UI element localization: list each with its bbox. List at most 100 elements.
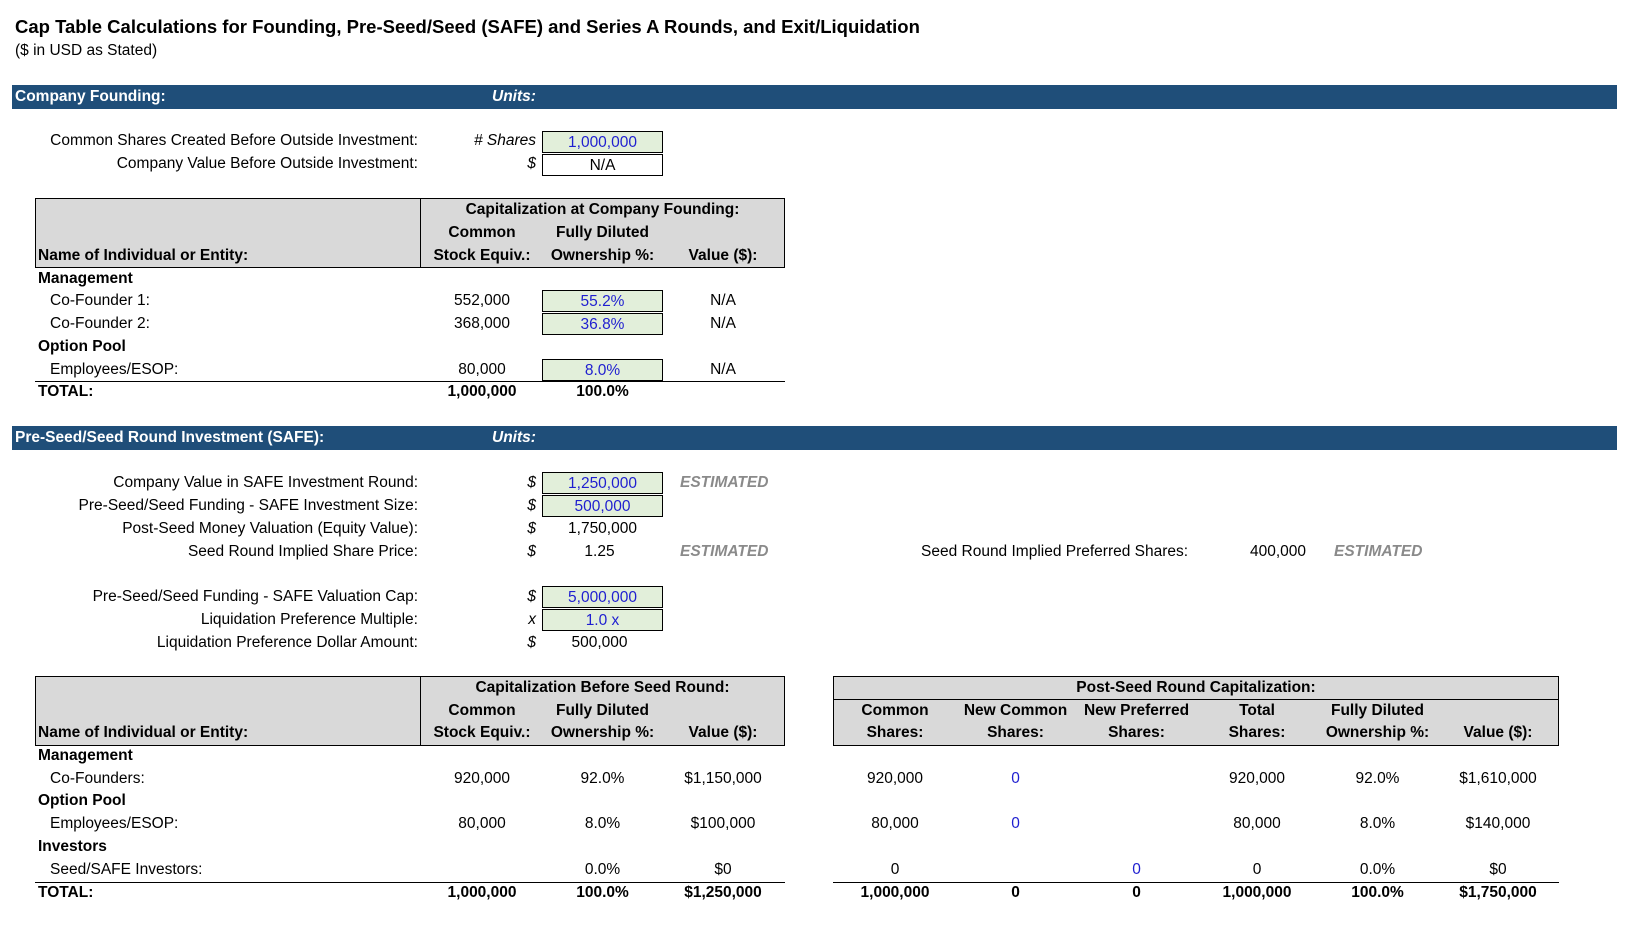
ownership-input[interactable]: 55.2% — [542, 290, 663, 312]
col-header: Value ($): — [688, 247, 758, 264]
post-new-common[interactable]: 0 — [955, 815, 1076, 833]
col-header: Value ($): — [688, 724, 758, 741]
col-header: Shares: — [1228, 724, 1286, 741]
row-value: N/A — [710, 292, 736, 309]
post-value: $140,000 — [1465, 815, 1531, 832]
section-header: Management — [38, 747, 133, 764]
post-pct: 92.0% — [1355, 770, 1400, 787]
unit-label: $ — [527, 155, 536, 172]
ownership-input[interactable]: 36.8% — [542, 313, 663, 335]
col-header: Shares: — [987, 724, 1044, 741]
total-divider — [35, 381, 785, 382]
post-pct: 8.0% — [1359, 815, 1396, 832]
row-name: Employees/ESOP: — [50, 815, 179, 832]
input-label: Seed Round Implied Share Price: — [187, 543, 418, 560]
unit-label: $ — [527, 474, 536, 491]
row-pct: 92.0% — [580, 770, 625, 787]
post-new-common[interactable]: 0 — [955, 770, 1076, 788]
row-shares: 368,000 — [453, 315, 511, 332]
implied-share-price: 1.25 — [584, 543, 615, 560]
total-label: TOTAL: — [38, 884, 94, 901]
post-seed-valuation: 1,750,000 — [568, 520, 637, 537]
row-pct: 0.0% — [584, 861, 621, 878]
col-header: Total — [1239, 702, 1275, 719]
safe-investment-size-input[interactable]: 500,000 — [542, 495, 663, 517]
common-shares-input[interactable]: 1,000,000 — [542, 131, 663, 153]
post-common-shares: 0 — [890, 861, 900, 878]
input-label: Liquidation Preference Multiple: — [200, 611, 418, 628]
valuation-cap-input[interactable]: 5,000,000 — [542, 586, 663, 608]
ownership-input[interactable]: 8.0% — [542, 359, 663, 381]
implied-pref-value: 400,000 — [1250, 543, 1307, 560]
input-label: Common Shares Created Before Outside Inv… — [50, 132, 418, 149]
post-total-shares: 920,000 — [1228, 770, 1286, 787]
col-header: Fully Diluted — [556, 702, 649, 719]
unit-label: $ — [527, 588, 536, 605]
col-header: Ownership %: — [550, 247, 655, 264]
input-label: Company Value Before Outside Investment: — [116, 155, 418, 172]
row-shares: 80,000 — [458, 815, 506, 832]
page-subtitle: ($ in USD as Stated) — [15, 42, 158, 59]
row-name: Employees/ESOP: — [50, 361, 179, 378]
col-header: Ownership %: — [1325, 724, 1430, 741]
seed-band-label: Pre-Seed/Seed Round Investment (SAFE): — [15, 429, 325, 446]
total-label: TOTAL: — [38, 383, 94, 400]
post-total: 100.0% — [1351, 884, 1404, 901]
input-label: Post-Seed Money Valuation (Equity Value)… — [122, 520, 418, 537]
section-header: Investors — [38, 838, 107, 855]
post-value: $0 — [1489, 861, 1507, 878]
col-header: New Common — [963, 702, 1068, 719]
safe-company-value-input[interactable]: 1,250,000 — [542, 472, 663, 494]
estimated-note: ESTIMATED — [1334, 543, 1423, 560]
total-divider — [35, 882, 785, 883]
col-header: Common — [448, 224, 516, 241]
unit-label: # Shares — [473, 132, 536, 149]
section-header: Option Pool — [38, 338, 126, 355]
group-header: Capitalization at Company Founding: — [465, 201, 740, 218]
row-name: Co-Founders: — [50, 770, 145, 787]
row-value: $100,000 — [690, 815, 756, 832]
total-shares: 1,000,000 — [447, 884, 517, 901]
unit-label: $ — [527, 520, 536, 537]
liq-pref-multiple-input[interactable]: 1.0 x — [542, 609, 663, 631]
col-header: New Preferred — [1083, 702, 1190, 719]
post-total: 0 — [1132, 884, 1141, 901]
post-new-preferred[interactable]: 0 — [1076, 861, 1197, 879]
col-header: Value ($): — [1463, 724, 1533, 741]
section-header: Management — [38, 270, 133, 287]
founding-units-label: Units: — [492, 88, 536, 105]
col-header: Stock Equiv.: — [433, 724, 531, 741]
post-total: $1,750,000 — [1459, 884, 1537, 901]
founding-band-label: Company Founding: — [15, 88, 166, 105]
row-value: $0 — [714, 861, 732, 878]
unit-label: $ — [527, 543, 536, 560]
post-total-shares: 80,000 — [1233, 815, 1281, 832]
unit-label: x — [528, 611, 536, 628]
name-header: Name of Individual or Entity: — [38, 247, 249, 264]
row-name: Seed/SAFE Investors: — [50, 861, 203, 878]
header-divider — [833, 699, 1559, 700]
post-total: 1,000,000 — [1222, 884, 1292, 901]
total-value: $1,250,000 — [684, 884, 762, 901]
total-pct: 100.0% — [576, 884, 629, 901]
post-value: $1,610,000 — [1459, 770, 1537, 787]
col-header: Common — [448, 702, 516, 719]
row-shares: 552,000 — [453, 292, 511, 309]
implied-pref-label: Seed Round Implied Preferred Shares: — [921, 543, 1189, 560]
col-header: Stock Equiv.: — [433, 247, 531, 264]
unit-label: $ — [527, 634, 536, 651]
post-pct: 0.0% — [1359, 861, 1396, 878]
row-value: $1,150,000 — [684, 770, 762, 787]
col-header: Shares: — [866, 724, 924, 741]
estimated-note: ESTIMATED — [680, 474, 769, 491]
unit-label: $ — [527, 497, 536, 514]
row-value: N/A — [710, 315, 736, 332]
col-header: Common — [861, 702, 929, 719]
input-label: Pre-Seed/Seed Funding - SAFE Investment … — [78, 497, 418, 514]
post-common-shares: 920,000 — [866, 770, 924, 787]
input-label: Pre-Seed/Seed Funding - SAFE Valuation C… — [92, 588, 418, 605]
input-label: Company Value in SAFE Investment Round: — [113, 474, 418, 491]
seed-units-label: Units: — [492, 429, 536, 446]
founding-section-band: Company Founding: Units: — [12, 85, 1617, 109]
company-value-cell: N/A — [542, 154, 663, 176]
